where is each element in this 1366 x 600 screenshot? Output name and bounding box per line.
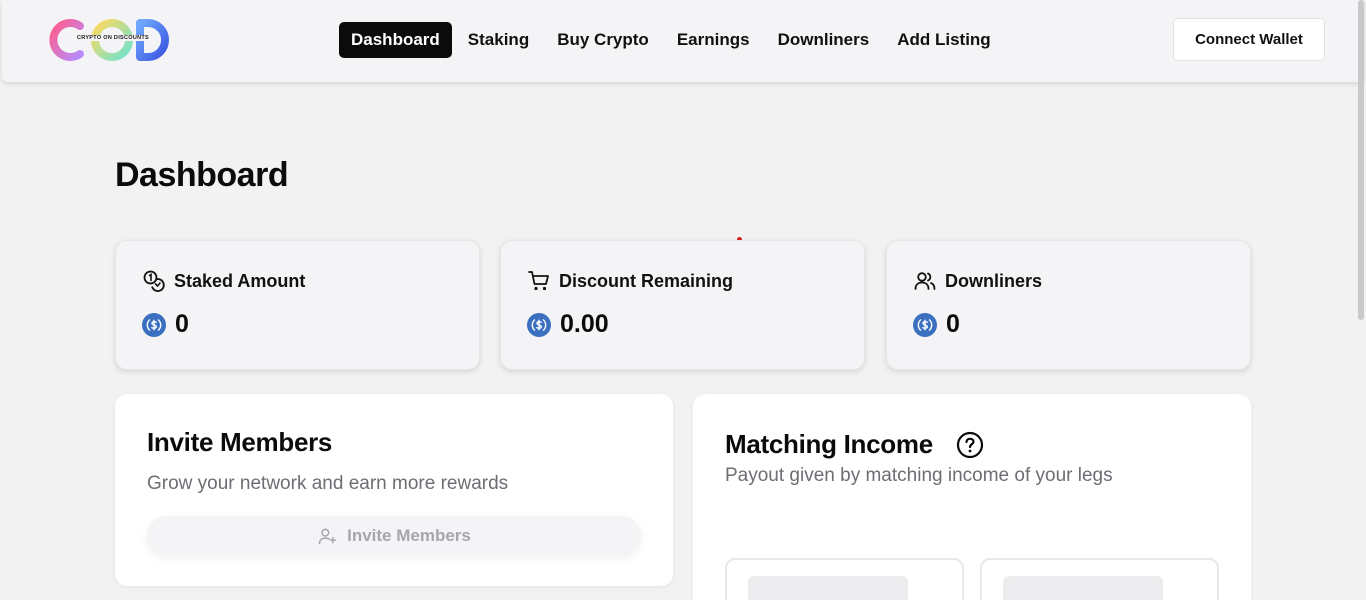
left-leg-card xyxy=(725,558,964,600)
top-navbar: CRYPTO ON DISCOUNTS Dashboard Staking Bu… xyxy=(2,0,1364,82)
users-icon xyxy=(914,272,936,290)
invite-title: Invite Members xyxy=(147,427,333,457)
main-nav: Dashboard Staking Buy Crypto Earnings Do… xyxy=(339,22,1005,58)
invite-members-panel: Invite Members Grow your network and ear… xyxy=(115,394,673,586)
downliners-label: Downliners xyxy=(945,270,1043,291)
discount-remaining-value: 0.00 xyxy=(560,310,609,338)
nav-dashboard[interactable]: Dashboard xyxy=(339,22,452,58)
usdc-coin-icon xyxy=(142,312,166,337)
discount-remaining-card: Discount Remaining 0.00 xyxy=(500,240,865,370)
connect-wallet-button[interactable]: Connect Wallet xyxy=(1173,18,1325,61)
invite-button-label: Invite Members xyxy=(347,526,471,545)
nav-add-listing[interactable]: Add Listing xyxy=(883,22,1004,58)
usdc-coin-icon xyxy=(527,312,551,337)
coins-icon xyxy=(143,270,165,292)
staked-amount-label: Staked Amount xyxy=(174,270,306,291)
loading-skeleton xyxy=(748,576,908,600)
discount-remaining-label: Discount Remaining xyxy=(559,270,734,291)
staked-amount-card: Staked Amount 0 xyxy=(115,240,480,370)
page-scrollbar[interactable] xyxy=(1356,0,1366,600)
nav-buy-crypto[interactable]: Buy Crypto xyxy=(543,22,663,58)
matching-title: Matching Income xyxy=(725,429,933,459)
downliners-card: Downliners 0 xyxy=(886,240,1251,370)
matching-subtitle: Payout given by matching income of your … xyxy=(725,465,1113,486)
loading-skeleton xyxy=(1003,576,1163,600)
user-plus-icon xyxy=(318,528,337,545)
right-leg-card xyxy=(980,558,1219,600)
nav-staking[interactable]: Staking xyxy=(454,22,543,58)
cod-logo[interactable]: CRYPTO ON DISCOUNTS xyxy=(42,16,176,64)
scrollbar-thumb[interactable] xyxy=(1358,0,1364,320)
page-title: Dashboard xyxy=(115,156,289,194)
help-question-icon[interactable] xyxy=(956,431,984,459)
cart-icon xyxy=(528,271,549,291)
nav-earnings[interactable]: Earnings xyxy=(663,22,764,58)
invite-subtitle: Grow your network and earn more rewards xyxy=(147,473,509,494)
invite-members-button[interactable]: Invite Members xyxy=(147,516,641,556)
nav-downliners[interactable]: Downliners xyxy=(764,22,884,58)
staked-amount-value: 0 xyxy=(175,310,189,338)
downliners-value: 0 xyxy=(946,310,960,338)
usdc-coin-icon xyxy=(913,312,937,337)
matching-income-panel: Matching Income Payout given by matching… xyxy=(693,394,1251,600)
logo-tagline: CRYPTO ON DISCOUNTS xyxy=(75,35,152,41)
